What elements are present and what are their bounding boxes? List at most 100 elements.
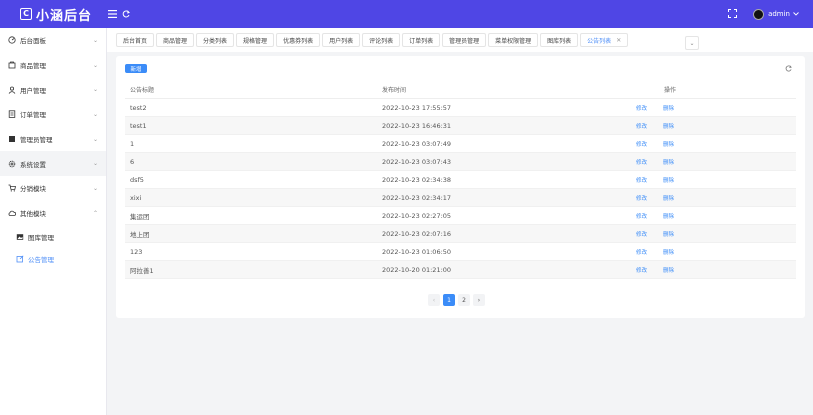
sidebar-item-label: 后台面板 [20,37,46,46]
fullscreen-icon[interactable] [728,8,738,20]
menu-fold-icon[interactable] [108,10,117,18]
sidebar-item-admins[interactable]: 管理员管理 ⌄ [0,127,106,152]
tab-orders[interactable]: 订单列表 [402,33,441,47]
sidebar-item-other[interactable]: 其他模块 ⌃ [0,201,106,226]
tab-label: 用户列表 [329,37,354,45]
refresh-icon[interactable] [784,64,793,73]
tab-label: 评论列表 [369,37,394,45]
tab-label: 订单列表 [409,37,434,45]
tab-users[interactable]: 用户列表 [322,33,361,47]
delete-link[interactable]: 删除 [663,122,674,130]
delete-link[interactable]: 删除 [663,212,674,220]
order-icon [8,110,16,119]
notice-title: xixi [130,193,142,202]
chevron-down-icon: ⌄ [92,160,98,168]
delete-link[interactable]: 删除 [663,230,674,238]
top-bar: C 小涵后台 admin [0,0,813,28]
edit-link[interactable]: 修改 [636,212,647,220]
sidebar-item-label: 用户管理 [20,86,46,95]
chevron-down-icon: ⌄ [92,86,98,94]
sidebar-item-label: 其他模块 [20,210,46,219]
sidebar-item-label: 图库管理 [28,233,54,242]
edit-link[interactable]: 修改 [636,266,647,274]
page-button-2[interactable]: 2 [458,294,470,306]
sidebar-item-goods[interactable]: 商品管理 ⌄ [0,53,106,78]
tab-categories[interactable]: 分类列表 [196,33,235,47]
edit-link[interactable]: 修改 [636,158,647,166]
delete-link[interactable]: 删除 [663,248,674,256]
admin-icon [8,135,16,143]
notice-title: dsf5 [130,175,144,184]
tab-label: 管理员管理 [449,37,480,45]
notice-title: 地上团 [130,230,150,239]
delete-link[interactable]: 删除 [663,104,674,112]
tab-notices[interactable]: 公告列表 ✕ [580,33,629,47]
edit-link[interactable]: 修改 [636,194,647,202]
page-button-1[interactable]: 1 [443,294,455,306]
edit-link[interactable]: 修改 [636,248,647,256]
sidebar-item-distribution[interactable]: 分销模块 ⌄ [0,176,106,201]
sidebar-item-label: 公告管理 [28,255,54,264]
user-name[interactable]: admin [768,10,790,18]
delete-link[interactable]: 删除 [663,266,674,274]
delete-link[interactable]: 删除 [663,158,674,166]
notice-time: 2022-10-23 03:07:43 [382,157,452,166]
refresh-icon[interactable] [122,10,130,18]
delete-link[interactable]: 删除 [663,140,674,148]
sidebar-item-label: 系统设置 [20,160,46,169]
chevron-down-icon[interactable] [793,10,799,18]
column-header-title: 公告标题 [130,87,155,94]
user-icon [8,86,16,94]
table-row: 6 2022-10-23 03:07:43 修改 删除 [125,153,796,171]
notice-time: 2022-10-23 02:34:38 [382,175,452,184]
add-notice-button[interactable]: 新增 [125,64,147,73]
picture-icon [16,233,24,241]
tab-menu-permissions[interactable]: 菜单权限管理 [488,33,539,47]
notice-title: test2 [130,103,147,112]
notice-time: 2022-10-23 03:07:49 [382,139,452,148]
sidebar-item-users[interactable]: 用户管理 ⌄ [0,77,106,102]
column-header-time: 发布时间 [382,87,407,94]
tab-goods[interactable]: 商品管理 [156,33,195,47]
sidebar-subitem-notices[interactable]: 公告管理 [0,248,106,270]
tab-comments[interactable]: 评论列表 [362,33,401,47]
tab-home[interactable]: 后台首页 [116,33,155,47]
edit-link[interactable]: 修改 [636,104,647,112]
tab-label: 公告列表 [587,37,612,45]
tab-specs[interactable]: 规格管理 [236,33,275,47]
table-row: test2 2022-10-23 17:55:57 修改 删除 [125,99,796,117]
tab-coupons[interactable]: 优惠券列表 [276,33,321,47]
prev-page-button[interactable]: ‹ [428,294,440,306]
sidebar-item-label: 管理员管理 [20,136,53,145]
chevron-down-icon: ⌄ [92,36,98,44]
chevron-down-icon: ⌄ [92,184,98,192]
edit-link[interactable]: 修改 [636,140,647,148]
logo-icon: C [20,8,32,20]
edit-link[interactable]: 修改 [636,122,647,130]
notice-title: 阿拉善1 [130,266,154,275]
notice-time: 2022-10-23 17:55:57 [382,103,452,112]
notice-title: 123 [130,247,143,256]
next-page-button[interactable]: › [473,294,485,306]
sidebar-subitem-gallery[interactable]: 图库管理 [0,226,106,248]
delete-link[interactable]: 删除 [663,176,674,184]
tab-label: 规格管理 [243,37,268,45]
sidebar-item-orders[interactable]: 订单管理 ⌄ [0,102,106,127]
pagination: ‹ 1 2 › [428,294,485,306]
tab-admins[interactable]: 管理员管理 [442,33,487,47]
table-row: 地上团 2022-10-23 02:07:16 修改 删除 [125,225,796,243]
sidebar-item-dashboard[interactable]: 后台面板 ⌄ [0,28,106,53]
tabs-dropdown-button[interactable]: ⌄ [685,36,699,50]
avatar[interactable] [753,8,765,20]
close-icon[interactable]: ✕ [616,37,621,44]
sidebar-item-settings[interactable]: 系统设置 ⌄ [0,151,106,177]
tab-gallery[interactable]: 图库列表 [540,33,579,47]
chevron-up-icon: ⌃ [92,209,98,217]
table-row: 阿拉善1 2022-10-20 01:21:00 修改 删除 [125,261,796,279]
edit-link[interactable]: 修改 [636,230,647,238]
tab-label: 分类列表 [203,37,228,45]
table-header: 公告标题 发布时间 操作 [125,81,796,99]
delete-link[interactable]: 删除 [663,194,674,202]
app-logo[interactable]: C 小涵后台 [20,5,108,24]
edit-link[interactable]: 修改 [636,176,647,184]
